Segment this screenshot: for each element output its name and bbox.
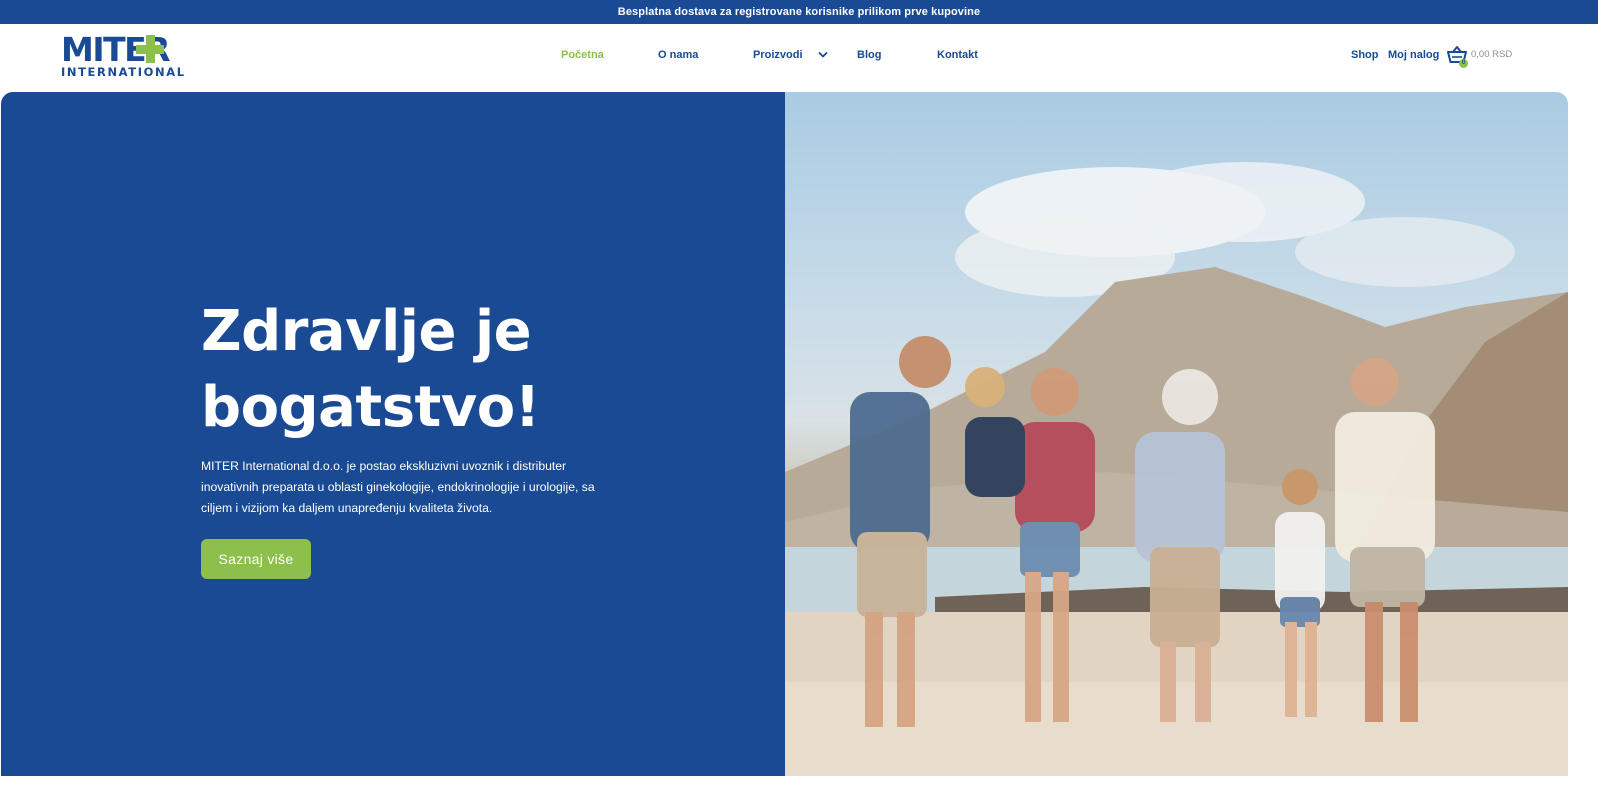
hero-section: Zdravlje je bogatstvo! MITER Internation… <box>1 92 1568 776</box>
beach-family-illustration <box>785 162 1568 776</box>
logo-cross-icon <box>136 35 164 63</box>
learn-more-button[interactable]: Saznaj više <box>201 539 311 579</box>
hero-title: Zdravlje je bogatstvo! <box>201 299 540 440</box>
cart-total[interactable]: 0,00 RSD <box>1471 49 1512 61</box>
account-link[interactable]: Moj nalog <box>1388 48 1439 62</box>
nav-item-blog[interactable]: Blog <box>857 48 881 68</box>
hero-description: MITER International d.o.o. je postao eks… <box>201 459 595 515</box>
hero-image <box>785 92 1568 776</box>
nav-item-kontakt[interactable]: Kontakt <box>937 48 978 68</box>
nav-item-proizvodi[interactable]: Proizvodi <box>753 48 803 68</box>
nav-item-o-nama[interactable]: O nama <box>658 48 698 68</box>
cart-count-badge: 0 <box>1459 59 1468 68</box>
hero-panel: Zdravlje je bogatstvo! MITER Internation… <box>1 92 785 776</box>
site-header: MITER INTERNATIONAL Početna O nama Proiz… <box>0 24 1598 92</box>
nav-item-pocetna[interactable]: Početna <box>561 48 604 68</box>
logo[interactable]: MITER INTERNATIONAL <box>61 32 191 82</box>
logo-subtitle: INTERNATIONAL <box>61 65 186 79</box>
shop-link[interactable]: Shop <box>1351 48 1379 62</box>
promo-text: Besplatna dostava za registrovane korisn… <box>617 6 981 18</box>
chevron-down-icon[interactable] <box>817 49 829 61</box>
promo-bar: Besplatna dostava za registrovane korisn… <box>0 0 1598 24</box>
